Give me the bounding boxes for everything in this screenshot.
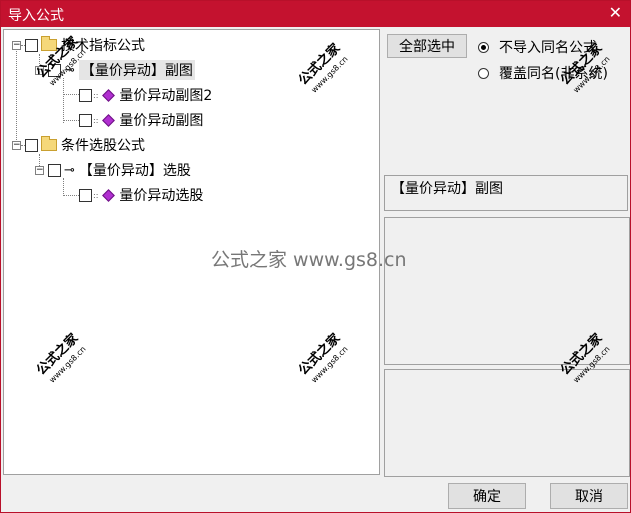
tree-connector (63, 78, 64, 123)
ok-button[interactable]: 确定 (448, 483, 526, 509)
gem-icon (102, 88, 116, 102)
title-bar: 导入公式 ✕ (1, 1, 630, 27)
tree-node-label: 量价异动副图2 (119, 88, 213, 104)
tree-node-label: 量价异动选股 (119, 188, 204, 204)
dots-icon: :: (93, 190, 99, 200)
radio-skip-same-name[interactable]: 不导入同名公式 (478, 37, 597, 57)
tree-node-subchart-formula[interactable]: − ⊸ 【量价异动】副图 (35, 60, 195, 80)
radio-overwrite-same-name[interactable]: 覆盖同名(非系统) (478, 63, 608, 83)
formula-parameters-panel (384, 369, 630, 477)
checkbox[interactable] (79, 188, 92, 202)
key-icon: ⊸ (64, 62, 75, 78)
checkbox[interactable] (25, 38, 38, 52)
formula-name: 【量价异动】副图 (391, 181, 503, 197)
tree-node-subchart[interactable]: :: 量价异动副图 (79, 110, 203, 130)
tree-connector (63, 178, 64, 196)
dots-icon: :: (93, 115, 99, 125)
checkbox[interactable] (79, 113, 92, 127)
tree-node-label: 量价异动副图 (119, 113, 204, 129)
tree-node-tech-indicators[interactable]: − 技术指标公式 (12, 35, 145, 55)
gem-icon (102, 188, 116, 202)
tree-connector (16, 48, 17, 148)
key-icon: ⊸ (64, 162, 75, 178)
checkbox[interactable] (48, 63, 61, 77)
checkbox[interactable] (79, 88, 92, 102)
import-formula-dialog: 导入公式 ✕ − 技术指标公式 − ⊸ 【量价异动】副图 :: 量价异动副图2 … (0, 0, 631, 513)
tree-node-label: 【量价异动】选股 (78, 163, 191, 179)
close-icon[interactable]: ✕ (609, 3, 622, 22)
collapse-icon[interactable]: − (35, 65, 44, 75)
formula-name-display: 【量价异动】副图 (384, 175, 628, 211)
radio-label: 不导入同名公式 (499, 40, 597, 56)
cancel-button[interactable]: 取消 (550, 483, 628, 509)
tree-node-label: 条件选股公式 (61, 138, 145, 154)
collapse-icon[interactable]: − (12, 140, 21, 150)
tree-connector (63, 195, 79, 196)
radio-label: 覆盖同名(非系统) (499, 66, 608, 82)
tree-node-selection-formula[interactable]: − ⊸ 【量价异动】选股 (35, 160, 191, 180)
collapse-icon[interactable]: − (12, 40, 21, 50)
dots-icon: :: (93, 90, 99, 100)
checkbox[interactable] (25, 138, 38, 152)
radio-button-checked[interactable] (478, 41, 489, 53)
tree-node-stock-selection[interactable]: − 条件选股公式 (12, 135, 145, 155)
checkbox[interactable] (48, 163, 61, 177)
formula-description-panel (384, 217, 630, 365)
folder-icon (41, 36, 57, 51)
tree-node-selection[interactable]: :: 量价异动选股 (79, 185, 203, 205)
tree-connector (63, 120, 79, 121)
window-title: 导入公式 (8, 8, 64, 24)
tree-node-subchart2[interactable]: :: 量价异动副图2 (79, 85, 212, 105)
tree-node-label: 技术指标公式 (61, 38, 145, 54)
tree-connector (63, 94, 79, 95)
folder-icon (41, 136, 57, 151)
formula-tree[interactable]: − 技术指标公式 − ⊸ 【量价异动】副图 :: 量价异动副图2 :: 量价异动… (3, 29, 380, 475)
tree-node-label: 【量价异动】副图 (78, 60, 195, 80)
gem-icon (102, 113, 116, 127)
collapse-icon[interactable]: − (35, 165, 44, 175)
select-all-button[interactable]: 全部选中 (387, 34, 467, 58)
radio-button[interactable] (478, 67, 489, 79)
